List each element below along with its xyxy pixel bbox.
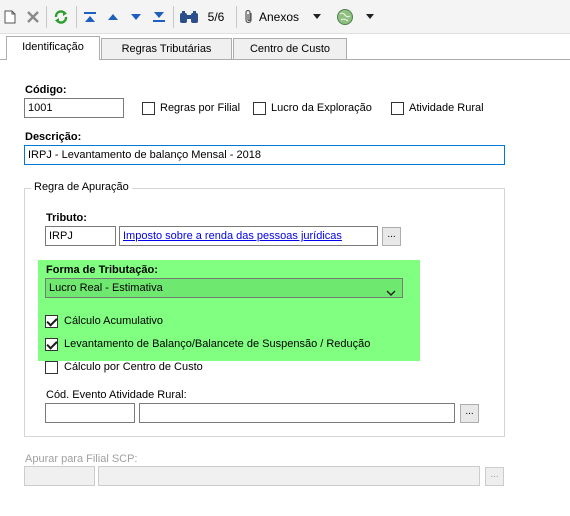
forma-tributacao-select[interactable]: Lucro Real - Estimativa [45,278,403,298]
new-document-icon[interactable] [2,7,18,27]
filial-scp-browse-button[interactable]: ... [485,467,504,486]
atividade-rural-label: Atividade Rural [409,102,484,114]
atividade-rural-checkbox[interactable] [391,102,404,115]
tributo-browse-button[interactable]: ... [382,227,401,246]
cod-evento-code-field[interactable] [45,403,135,423]
descricao-field[interactable]: IRPJ - Levantamento de balanço Mensal - … [24,145,505,165]
previous-record-icon[interactable] [105,7,121,27]
levantamento-checkbox[interactable] [45,338,58,351]
paperclip-icon [243,9,255,25]
tab-centro-de-custo[interactable]: Centro de Custo [233,38,347,60]
cod-evento-label: Cód. Evento Atividade Rural: [46,389,187,401]
tab-identificacao[interactable]: Identificação [6,36,100,60]
filial-scp-label: Apurar para Filial SCP: [25,453,138,465]
first-record-icon[interactable] [82,7,98,27]
chevron-down-icon [386,285,396,297]
toolbar: 5/6 Anexos [0,0,570,34]
delete-icon[interactable] [24,7,42,27]
lucro-exploracao-label: Lucro da Exploração [271,102,372,114]
tributo-label: Tributo: [46,212,87,224]
tributo-description-link[interactable]: Imposto sobre a renda das pessoas jurídi… [123,230,342,242]
regras-por-filial-checkbox[interactable] [142,102,155,115]
codigo-field[interactable]: 1001 [24,98,124,118]
globe-menu-button[interactable] [336,7,378,27]
calculo-centro-custo-label: Cálculo por Centro de Custo [64,361,203,373]
forma-tributacao-value: Lucro Real - Estimativa [49,282,163,294]
anexos-label: Anexos [259,10,300,24]
record-position: 5/6 [207,10,225,24]
filial-scp-code-field[interactable] [24,466,95,486]
lucro-exploracao-checkbox[interactable] [253,102,266,115]
regra-apuracao-title: Regra de Apuração [31,181,132,193]
calculo-centro-custo-checkbox[interactable] [45,361,58,374]
levantamento-label: Levantamento de Balanço/Balancete de Sus… [64,338,371,350]
globe-icon [336,8,354,26]
anexos-button[interactable]: Anexos [243,7,331,27]
descricao-label: Descrição: [25,131,82,143]
refresh-icon[interactable] [52,7,70,27]
tributo-code-field[interactable]: IRPJ [45,226,116,246]
chevron-down-icon [366,11,374,23]
search-icon[interactable] [178,7,200,27]
filial-scp-description-field[interactable] [98,466,480,486]
cod-evento-description-field[interactable] [139,403,455,423]
next-record-icon[interactable] [128,7,144,27]
calculo-acumulativo-checkbox[interactable] [45,315,58,328]
last-record-icon[interactable] [151,7,167,27]
chevron-down-icon [313,11,322,23]
tributo-description-field: Imposto sobre a renda das pessoas jurídi… [119,226,378,246]
cod-evento-browse-button[interactable]: ... [460,404,479,423]
calculo-acumulativo-label: Cálculo Acumulativo [64,315,164,327]
tab-regras-tributarias[interactable]: Regras Tributárias [101,38,232,60]
forma-tributacao-label: Forma de Tributação: [46,264,158,276]
regras-por-filial-label: Regras por Filial [160,102,241,114]
codigo-label: Código: [25,84,67,96]
